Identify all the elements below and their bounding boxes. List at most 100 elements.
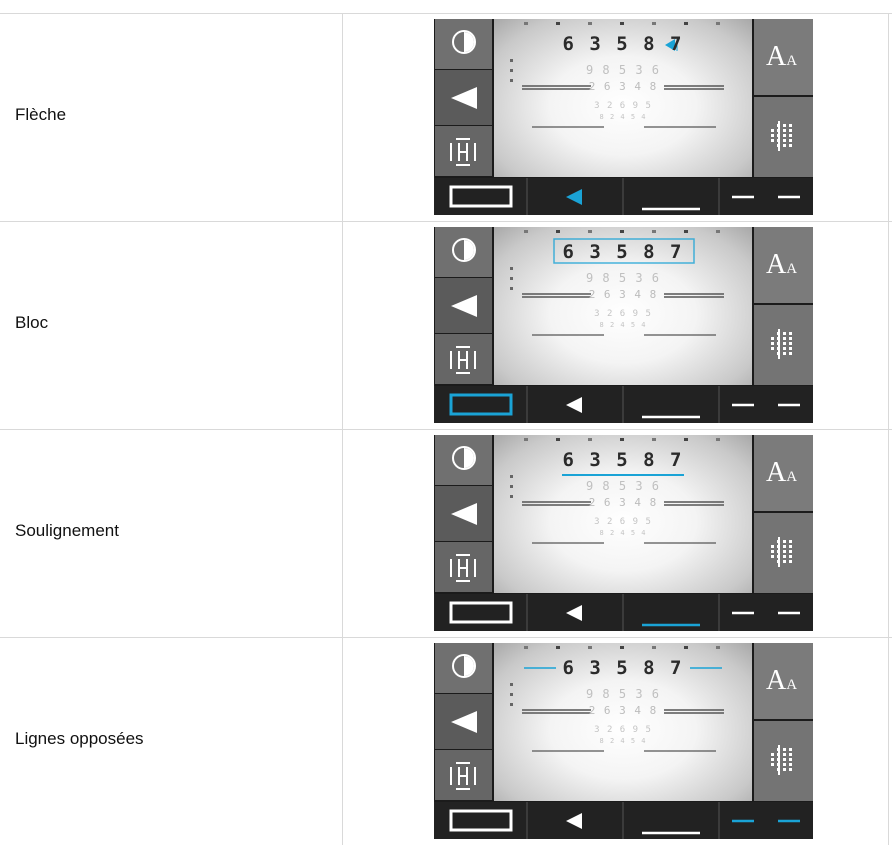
h-lines-icon — [450, 138, 476, 166]
arrow-mode-button[interactable] — [528, 594, 622, 631]
grid-icon — [771, 329, 792, 359]
acuity-line: 6 3 5 8 7 — [562, 657, 684, 679]
lines-mode-button[interactable] — [720, 594, 813, 631]
device-screenshot: 6 3 5 8 7 9 8 5 3 6 2 6 3 4 8 3 2 6 9 5 8 2 … — [434, 227, 813, 423]
mode-toolbar — [434, 594, 813, 631]
toolbar-divider — [718, 386, 720, 423]
underline-mode-button[interactable] — [624, 386, 718, 423]
arrow-button[interactable] — [435, 486, 492, 541]
acuity-line: 8 2 4 5 4 — [599, 321, 647, 329]
acuity-line: 3 2 6 9 5 — [594, 309, 652, 319]
box-mode-icon — [449, 185, 513, 208]
device-screenshot: 6 3 5 8 7 9 8 5 3 6 2 6 3 4 8 3 2 6 9 5 8 2 … — [434, 643, 813, 839]
acuity-chart-screen: 6 3 5 8 7 9 8 5 3 6 2 6 3 4 8 3 2 6 9 5 8 2 … — [494, 435, 752, 593]
toolbar-divider — [718, 178, 720, 215]
box-mode-icon — [449, 809, 513, 832]
device-screenshot: 6 3 5 8 7 9 8 5 3 6 2 6 3 4 8 3 2 6 9 5 8 2 … — [434, 19, 813, 215]
arrow-mode-icon — [566, 397, 582, 413]
contrast-button[interactable] — [435, 643, 492, 693]
acuity-line: 8 2 4 5 4 — [599, 737, 647, 745]
box-mode-button[interactable] — [434, 802, 526, 839]
acuity-line: 9 8 5 3 6 — [585, 687, 661, 701]
toolbar-divider — [622, 594, 624, 631]
table-row: Soulignement 6 3 5 8 7 9 8 5 3 6 2 6 3 4 8 3… — [0, 429, 892, 637]
box-mode-icon — [449, 393, 513, 416]
contrast-button[interactable] — [435, 435, 492, 485]
box-mode-icon — [449, 601, 513, 624]
toolbar-divider — [526, 802, 528, 839]
arrow-mode-icon — [566, 189, 582, 205]
acuity-chart-screen: 6 3 5 8 7 9 8 5 3 6 2 6 3 4 8 3 2 6 9 5 8 2 … — [494, 227, 752, 385]
acuity-line: 2 6 3 4 8 — [588, 496, 658, 509]
acuity-chart-screen: 6 3 5 8 7 9 8 5 3 6 2 6 3 4 8 3 2 6 9 5 8 2 … — [494, 643, 752, 801]
text-size-button[interactable]: AA — [754, 435, 813, 511]
underline-mode-button[interactable] — [624, 178, 718, 215]
mode-toolbar — [434, 802, 813, 839]
lines-mode-button[interactable] — [720, 386, 813, 423]
arrow-button[interactable] — [435, 694, 492, 749]
acuity-line: 8 2 4 5 4 — [599, 113, 647, 121]
text-size-icon: AA — [766, 41, 798, 72]
text-size-button[interactable]: AA — [754, 643, 813, 719]
row-label: Bloc — [15, 313, 49, 332]
h-lines-button[interactable] — [435, 334, 492, 384]
h-lines-icon — [450, 346, 476, 374]
grid-icon — [771, 121, 792, 151]
lines-mode-icon — [732, 195, 800, 199]
text-size-icon: AA — [766, 665, 798, 696]
arrow-mode-button[interactable] — [528, 178, 622, 215]
h-lines-icon — [450, 554, 476, 582]
arrow-left-icon — [451, 503, 477, 525]
table-row: Bloc 6 3 5 8 7 9 8 5 3 6 2 6 3 4 8 3 2 6 9 5… — [0, 221, 892, 429]
contrast-icon — [452, 654, 476, 678]
acuity-line: 6 3 5 8 7 — [562, 449, 684, 471]
box-mode-button[interactable] — [434, 594, 526, 631]
acuity-chart-screen: 6 3 5 8 7 9 8 5 3 6 2 6 3 4 8 3 2 6 9 5 8 2 … — [494, 19, 752, 177]
lines-mode-icon — [732, 403, 800, 407]
h-lines-button[interactable] — [435, 126, 492, 176]
underline-mode-button[interactable] — [624, 594, 718, 631]
h-lines-button[interactable] — [435, 750, 492, 800]
toolbar-divider — [622, 178, 624, 215]
acuity-line: 3 2 6 9 5 — [594, 101, 652, 111]
text-size-icon: AA — [766, 457, 798, 488]
arrow-button[interactable] — [435, 70, 492, 125]
grid-button[interactable] — [754, 721, 813, 801]
lines-mode-button[interactable] — [720, 178, 813, 215]
acuity-line: 6 3 5 8 7 — [562, 241, 684, 263]
underline-mode-button[interactable] — [624, 802, 718, 839]
grid-icon — [771, 745, 792, 775]
text-size-button[interactable]: AA — [754, 19, 813, 95]
grid-button[interactable] — [754, 305, 813, 385]
acuity-line: 2 6 3 4 8 — [588, 288, 658, 301]
table-row: Flèche 6 3 5 8 7 9 8 5 3 6 2 6 3 4 8 3 2 6 9… — [0, 13, 892, 221]
acuity-line: 6 3 5 8 7 — [562, 33, 684, 55]
contrast-icon — [452, 30, 476, 54]
device-screenshot: 6 3 5 8 7 9 8 5 3 6 2 6 3 4 8 3 2 6 9 5 8 2 … — [434, 435, 813, 631]
lines-mode-icon — [732, 611, 800, 615]
grid-button[interactable] — [754, 513, 813, 593]
arrow-mode-button[interactable] — [528, 802, 622, 839]
box-mode-button[interactable] — [434, 386, 526, 423]
arrow-button[interactable] — [435, 278, 492, 333]
arrow-mode-icon — [566, 813, 582, 829]
arrow-left-icon — [451, 711, 477, 733]
row-label: Soulignement — [15, 521, 119, 540]
mode-toolbar — [434, 178, 813, 215]
text-size-icon: AA — [766, 249, 798, 280]
acuity-line: 3 2 6 9 5 — [594, 725, 652, 735]
arrow-mode-button[interactable] — [528, 386, 622, 423]
box-mode-button[interactable] — [434, 178, 526, 215]
h-lines-button[interactable] — [435, 542, 492, 592]
acuity-line: 9 8 5 3 6 — [585, 63, 661, 77]
underline-mode-icon — [642, 831, 700, 835]
grid-button[interactable] — [754, 97, 813, 177]
toolbar-divider — [526, 594, 528, 631]
contrast-button[interactable] — [435, 19, 492, 69]
contrast-icon — [452, 238, 476, 262]
text-size-button[interactable]: AA — [754, 227, 813, 303]
underline-mode-icon — [642, 415, 700, 419]
lines-mode-button[interactable] — [720, 802, 813, 839]
contrast-button[interactable] — [435, 227, 492, 277]
table-row: Lignes opposées 6 3 5 8 7 9 8 5 3 6 2 6 3 4… — [0, 637, 892, 845]
